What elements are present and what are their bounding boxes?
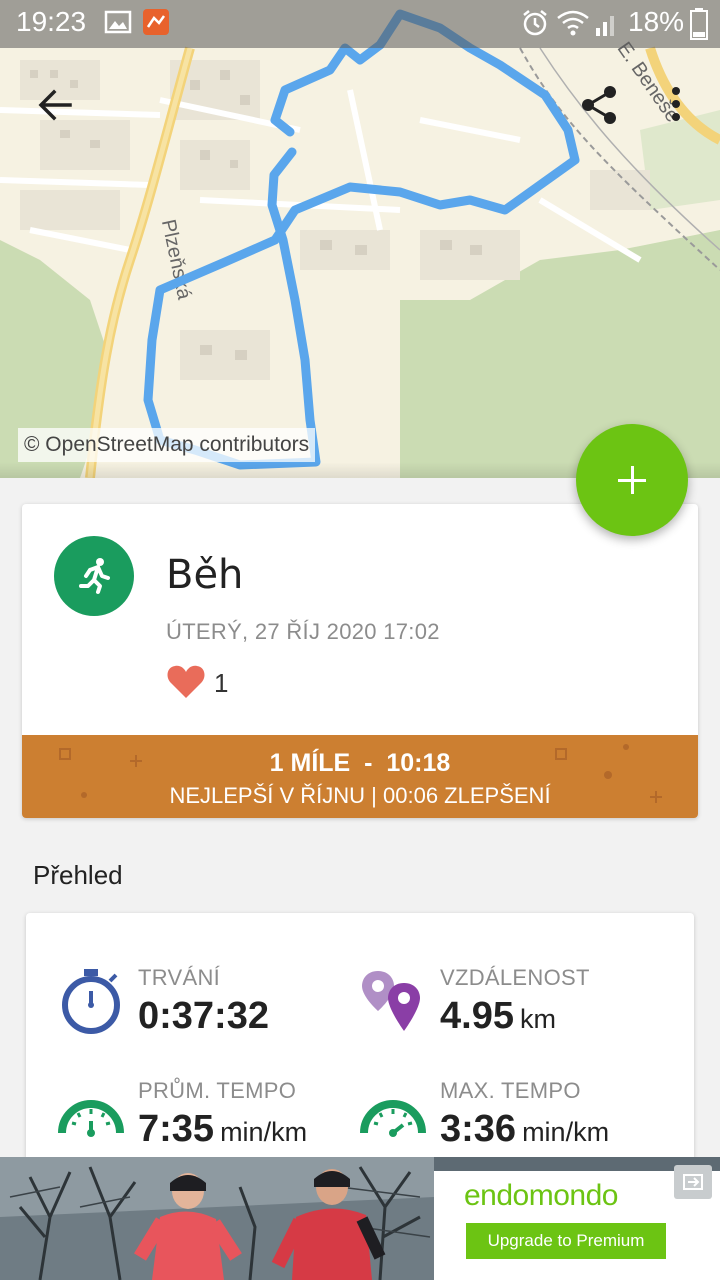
- location-pins-icon: [362, 971, 420, 1031]
- stat-unit: min/km: [522, 1117, 610, 1147]
- stat-label: MAX. TEMPO: [440, 1078, 581, 1103]
- stat-label: TRVÁNÍ: [138, 965, 221, 990]
- signal-icon: [596, 16, 614, 36]
- map-credit[interactable]: © OpenStreetMap contributors: [18, 428, 316, 462]
- more-vert-icon[interactable]: [648, 78, 704, 134]
- section-title-overview: Přehled: [33, 860, 123, 890]
- app-notification-icon: [143, 9, 169, 35]
- stat-unit: km: [519, 1004, 556, 1034]
- achievement-title: 1 MÍLE - 10:18: [22, 749, 698, 778]
- achievement-banner[interactable]: 1 MÍLE - 10:18 NEJLEPŠÍ V ŘÍJNU | 00:06 …: [22, 735, 698, 818]
- wifi-icon: [557, 10, 589, 36]
- stat-value: 4.95 km: [440, 995, 556, 1038]
- achievement-improvement: 00:06 ZLEPŠENÍ: [383, 783, 551, 808]
- sport-title: Běh: [166, 552, 244, 598]
- achievement-best: NEJLEPŠÍ V ŘÍJNU: [169, 783, 366, 808]
- stat-value: 0:37:32: [138, 995, 275, 1038]
- stat-label: VZDÁLENOST: [440, 965, 590, 990]
- stat-number: 7:35: [138, 1108, 215, 1150]
- heart-icon[interactable]: [166, 664, 206, 700]
- speedometer-max-icon: [360, 1100, 426, 1137]
- add-button[interactable]: [576, 424, 688, 536]
- ad-close-icon[interactable]: [674, 1165, 712, 1199]
- battery-percent: 18%: [628, 6, 685, 37]
- achievement-separator: -: [364, 749, 373, 777]
- stat-number: 3:36: [440, 1108, 517, 1150]
- stat-unit: min/km: [220, 1117, 308, 1147]
- status-time: 19:23: [16, 6, 87, 37]
- upgrade-premium-button[interactable]: Upgrade to Premium: [466, 1223, 666, 1259]
- achievement-subtitle: NEJLEPŠÍ V ŘÍJNU | 00:06 ZLEPŠENÍ: [22, 783, 698, 809]
- likes[interactable]: 1: [166, 664, 228, 704]
- speedometer-icon: [58, 1100, 124, 1137]
- achievement-divider: |: [371, 783, 377, 808]
- map-tiles: Plzeňská E. Beneše: [0, 9, 720, 478]
- gallery-icon: [104, 10, 132, 34]
- stat-value: 3:36 min/km: [440, 1108, 609, 1151]
- ad-runners-image: [0, 1157, 434, 1280]
- status-bar: 19:23 18%: [0, 0, 720, 48]
- like-count: 1: [214, 668, 229, 698]
- sport-avatar: [54, 536, 134, 616]
- arrow-back-icon[interactable]: [28, 78, 84, 134]
- workout-card[interactable]: Běh ÚTERÝ, 27 ŘÍJ 2020 17:02 1 1 MÍLE - …: [22, 504, 698, 818]
- achievement-distance: 1 MÍLE: [269, 749, 351, 777]
- ad-choices-icon[interactable]: [674, 1165, 712, 1199]
- alarm-icon: [523, 10, 547, 36]
- stat-number: 4.95: [440, 995, 514, 1037]
- ad-banner[interactable]: endomondo Upgrade to Premium: [0, 1157, 720, 1280]
- running-icon: [79, 558, 110, 594]
- ad-brand-logo: endomondo: [464, 1179, 618, 1212]
- stat-number: 0:37:32: [138, 995, 269, 1037]
- share-icon[interactable]: [572, 78, 628, 134]
- workout-date: ÚTERÝ, 27 ŘÍJ 2020 17:02: [166, 619, 440, 644]
- stat-value: 7:35 min/km: [138, 1108, 307, 1151]
- achievement-time: 10:18: [386, 749, 451, 777]
- stat-label: PRŮM. TEMPO: [138, 1078, 297, 1103]
- stopwatch-icon: [62, 969, 120, 1034]
- battery-icon: [690, 8, 708, 40]
- route-map[interactable]: Plzeňská E. Beneše © OpenStreetMap contr…: [0, 0, 720, 478]
